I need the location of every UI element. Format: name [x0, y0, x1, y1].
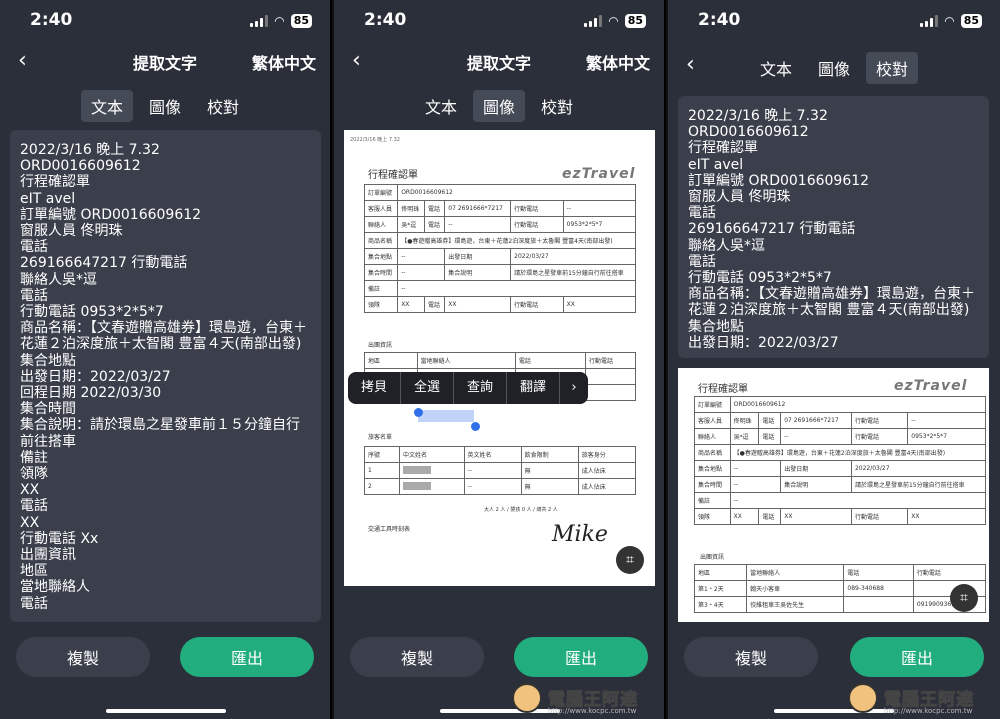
tab-text[interactable]: 文本 — [750, 52, 802, 84]
doc-total: 大人 2 人 / 嬰孩 0 人 / 總共 2 人 — [484, 507, 558, 513]
export-button[interactable]: 匯出 — [850, 637, 984, 677]
doc-header: 2022/3/16 晚上 7.32 — [350, 137, 400, 143]
menu-more[interactable]: › — [560, 372, 588, 404]
selection-start-handle[interactable] — [414, 408, 423, 417]
copy-button[interactable]: 複製 — [684, 637, 818, 677]
tab-image[interactable]: 圖像 — [472, 90, 525, 122]
cellular-signal-icon — [584, 15, 603, 27]
battery-icon: 85 — [624, 14, 646, 28]
view-tabs: 文本 圖像 校對 — [334, 90, 664, 122]
export-button[interactable]: 匯出 — [180, 637, 314, 677]
copy-button[interactable]: 複製 — [16, 637, 150, 677]
status-bar: 2:40 ◠ 85 — [334, 8, 664, 34]
copy-button[interactable]: 複製 — [350, 637, 484, 677]
language-selector[interactable]: 繁体中文 — [586, 50, 650, 74]
phone-screen-proofread: 2:40 ◠ 85 ‹ 文本 圖像 校對 2022/3/16 晚上 7.32 O… — [668, 0, 1000, 719]
phone-screen-image: 2:40 ◠ 85 ‹ 提取文字 繁体中文 文本 圖像 校對 2022/3/16… — [334, 0, 666, 719]
view-tabs: 文本 圖像 校對 — [0, 90, 330, 122]
doc-logo: ezTravel — [894, 378, 968, 394]
watermark: 電腦王阿達 http://www.kocpc.com.tw — [512, 683, 658, 717]
doc-section-tour: 出團資訊 — [700, 554, 725, 561]
doc-logo: ezTravel — [562, 166, 636, 182]
extracted-text-area[interactable]: 2022/3/16 晚上 7.32 ORD0016609612 行程確認單 eI… — [678, 96, 989, 358]
home-indicator — [106, 709, 226, 713]
live-text-icon[interactable]: ⌗ — [616, 546, 644, 574]
wifi-icon: ◠ — [608, 14, 619, 28]
status-bar: 2:40 ◠ 85 — [0, 8, 330, 34]
tab-proofread[interactable]: 校對 — [197, 90, 249, 122]
tab-image[interactable]: 圖像 — [808, 52, 860, 84]
cellular-signal-icon — [250, 15, 269, 27]
context-menu: 拷貝 全選 查詢 翻譯 › — [348, 372, 588, 404]
tab-proofread[interactable]: 校對 — [866, 52, 919, 84]
menu-lookup[interactable]: 查詢 — [454, 372, 507, 404]
doc-order-table: 訂單編號 ORD0016609612 客服人員 佟明珠 電話 07 2691666*72… — [363, 184, 637, 313]
doc-order-table: 訂單編號 ORD0016609612 客服人員 佟明珠 電話 07 2691666*72… — [694, 396, 987, 525]
doc-tour-table: 地區當地聯絡人電話行動電話 第1・2天翰天小客車089-340688 第3・4天… — [693, 564, 987, 613]
status-time: 2:40 — [364, 10, 407, 30]
language-selector[interactable]: 繁体中文 — [252, 50, 316, 74]
watermark-logo-icon — [512, 683, 542, 713]
doc-guest-table: 序號 中文姓名 英文姓名 飲食限制 旅客身分 1 -- 無成人佔床 2 -- 無成人佔床 — [363, 446, 637, 495]
document-image[interactable]: 行程確認單 ezTravel 訂單編號 ORD0016609612 客服人員 佟明珠… — [678, 368, 989, 622]
phone-screen-text: 2:40 ◠ 85 ‹ 提取文字 繁体中文 文本 圖像 校對 2022/3/16… — [0, 0, 332, 719]
live-text-icon[interactable]: ⌗ — [950, 584, 978, 612]
tab-proofread[interactable]: 校對 — [531, 90, 583, 122]
tab-text[interactable]: 文本 — [415, 90, 467, 122]
doc-title: 行程確認單 — [698, 384, 748, 395]
text-selection[interactable] — [418, 410, 474, 422]
export-button[interactable]: 匯出 — [514, 637, 648, 677]
menu-translate[interactable]: 翻譯 — [507, 372, 560, 404]
cellular-signal-icon — [920, 15, 939, 27]
selection-end-handle[interactable] — [471, 422, 480, 431]
status-bar: 2:40 ◠ 85 — [668, 8, 1000, 34]
status-time: 2:40 — [698, 10, 741, 30]
doc-section-tour: 出團資訊 — [368, 342, 393, 349]
doc-signature: Mike — [552, 522, 608, 547]
view-tabs: 文本 圖像 校對 — [668, 52, 1000, 84]
status-time: 2:40 — [30, 10, 73, 30]
doc-title: 行程確認單 — [368, 170, 418, 181]
tab-image[interactable]: 圖像 — [139, 90, 191, 122]
menu-select-all[interactable]: 全選 — [401, 372, 454, 404]
doc-section-guest: 旅客名單 — [368, 434, 393, 441]
battery-icon: 85 — [960, 14, 982, 28]
doc-transport: 交通工具時刻表 — [368, 526, 411, 533]
tab-text[interactable]: 文本 — [80, 90, 133, 122]
menu-copy[interactable]: 拷貝 — [348, 372, 401, 404]
extracted-text-area[interactable]: 2022/3/16 晚上 7.32 ORD0016609612 行程確認單 eI… — [10, 130, 321, 622]
document-image[interactable]: 2022/3/16 晚上 7.32 行程確認單 ezTravel 訂單編號 ORD… — [344, 130, 655, 586]
wifi-icon: ◠ — [944, 14, 955, 28]
wifi-icon: ◠ — [274, 14, 285, 28]
watermark: 電腦王阿達 http://www.kocpc.com.tw — [848, 683, 994, 717]
watermark-logo-icon — [848, 683, 878, 713]
battery-icon: 85 — [290, 14, 312, 28]
